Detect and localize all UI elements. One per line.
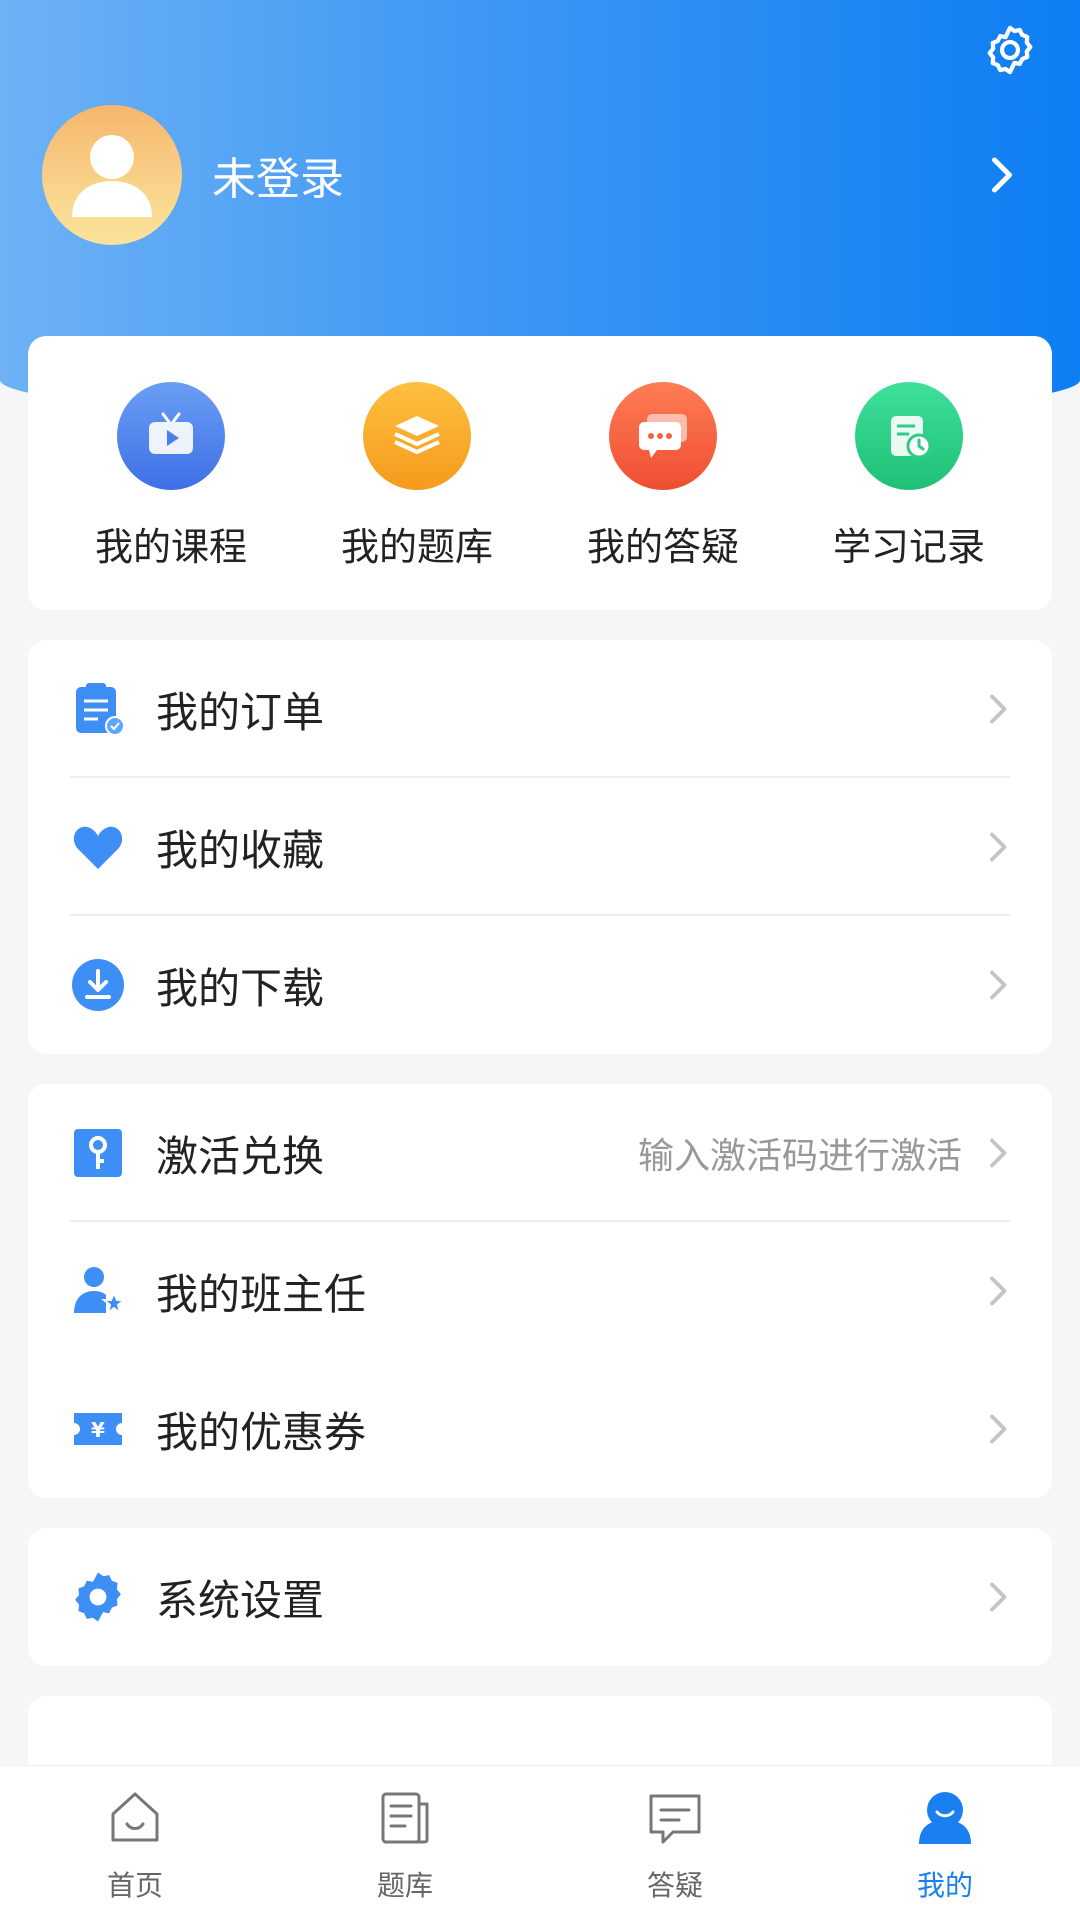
quick-action-label: 我的题库 <box>340 525 493 569</box>
quick-action-study-record[interactable]: 学习记录 <box>799 336 1019 610</box>
tab-label: 答疑 <box>646 1869 703 1902</box>
chevron-right-icon <box>990 1138 1007 1168</box>
profile-entry[interactable]: 未登录 <box>42 105 1032 245</box>
profile-icon <box>919 1792 971 1844</box>
menu-item-downloads[interactable]: 我的下载 <box>28 916 1052 1054</box>
menu-item-label: 我的班主任 <box>156 1269 367 1319</box>
tab-qa[interactable]: 答疑 <box>540 1766 810 1921</box>
default-user-icon <box>72 135 152 217</box>
quick-action-label: 我的答疑 <box>586 525 739 569</box>
download-icon <box>70 957 126 1013</box>
teacher-icon <box>70 1263 126 1319</box>
chat-icon <box>609 382 717 490</box>
quick-action-my-qa[interactable]: 我的答疑 <box>553 336 773 610</box>
tab-question-bank[interactable]: 题库 <box>270 1766 540 1921</box>
menu-item-favorites[interactable]: 我的收藏 <box>28 778 1052 916</box>
menu-item-label: 我的收藏 <box>156 825 325 875</box>
chevron-right-icon[interactable] <box>972 145 1032 205</box>
tab-label: 首页 <box>106 1869 163 1902</box>
menu-item-label: 我的优惠券 <box>156 1407 367 1457</box>
menu-item-label: 系统设置 <box>156 1575 325 1625</box>
quick-action-my-question-bank[interactable]: 我的题库 <box>307 336 527 610</box>
chevron-right-icon <box>990 1414 1007 1444</box>
menu-item-label: 激活兑换 <box>156 1131 325 1181</box>
stack-icon <box>363 382 471 490</box>
menu-item-coupons[interactable]: ¥ 我的优惠券 <box>28 1360 1052 1498</box>
activation-hint: 输入激活码进行激活 <box>637 1136 962 1177</box>
bottom-tab-bar: 首页 题库 答疑 我的 <box>0 1765 1080 1921</box>
chevron-right-icon <box>990 1276 1007 1306</box>
settings-gear-icon[interactable] <box>982 22 1038 78</box>
menu-group-3: 系统设置 <box>28 1528 1052 1666</box>
tab-label: 我的 <box>916 1869 973 1902</box>
quick-action-label: 学习记录 <box>832 525 985 569</box>
qa-icon <box>649 1794 701 1844</box>
key-icon <box>70 1125 126 1181</box>
menu-item-orders[interactable]: 我的订单 <box>28 640 1052 778</box>
svg-text:¥: ¥ <box>91 1418 105 1442</box>
order-icon <box>70 681 126 737</box>
question-bank-icon <box>381 1792 429 1844</box>
home-icon <box>111 1792 159 1842</box>
menu-group-4-partial <box>28 1696 1052 1776</box>
tab-label: 题库 <box>376 1869 433 1902</box>
chevron-right-icon <box>990 970 1007 1000</box>
menu-group-2: 激活兑换 输入激活码进行激活 我的班主任 ¥ 我的优惠券 <box>28 1084 1052 1498</box>
menu-item-system-settings[interactable]: 系统设置 <box>28 1528 1052 1666</box>
quick-action-my-courses[interactable]: 我的课程 <box>61 336 281 610</box>
avatar[interactable] <box>42 105 182 245</box>
menu-item-label: 我的订单 <box>156 687 325 737</box>
quick-action-label: 我的课程 <box>94 525 247 569</box>
gear-icon <box>70 1569 126 1625</box>
menu-group-1: 我的订单 我的收藏 我的下载 <box>28 640 1052 1054</box>
tab-mine[interactable]: 我的 <box>810 1766 1080 1921</box>
tab-home[interactable]: 首页 <box>0 1766 270 1921</box>
menu-item-label: 我的下载 <box>156 963 325 1013</box>
coupon-icon: ¥ <box>70 1401 126 1457</box>
heart-icon <box>70 819 126 875</box>
chevron-right-icon <box>990 694 1007 724</box>
menu-item-head-teacher[interactable]: 我的班主任 <box>28 1222 1052 1360</box>
chevron-right-icon <box>990 832 1007 862</box>
menu-item-activation[interactable]: 激活兑换 输入激活码进行激活 <box>28 1084 1052 1222</box>
login-status-text[interactable]: 未登录 <box>212 143 344 207</box>
chevron-right-icon <box>990 1582 1007 1612</box>
quick-actions-card: 我的课程 我的题库 我的答疑 学习记录 <box>28 336 1052 610</box>
record-clock-icon <box>855 382 963 490</box>
tv-play-icon <box>117 382 225 490</box>
